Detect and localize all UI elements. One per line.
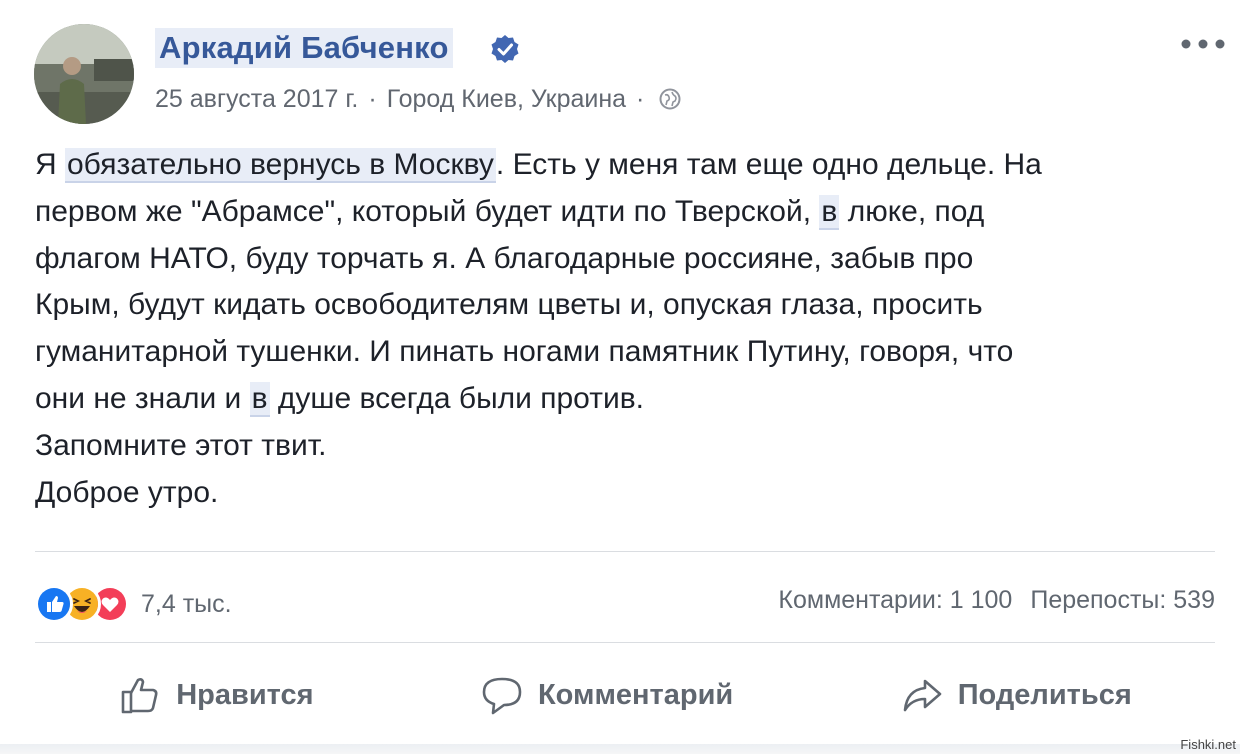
post-text-line: Доброе утро. — [35, 475, 219, 509]
share-button[interactable]: Поделиться — [900, 673, 1132, 717]
reactions-summary[interactable]: 7,4 тыс. — [35, 584, 232, 624]
highlighted-text: в — [249, 381, 270, 417]
post-text-line: первом же "Абрамсе", который будет идти … — [35, 189, 1215, 236]
post-meta: 25 августа 2017 г. · Город Киев, Украина… — [155, 84, 682, 114]
post-text-line: Крым, будут кидать освободителям цветы и… — [35, 288, 983, 322]
post-text-line: Я обязательно вернусь в Москву. Есть у м… — [35, 142, 1215, 189]
more-options-icon[interactable] — [1180, 34, 1226, 54]
post-text-line: они не знали и в душе всегда были против… — [35, 376, 1215, 423]
text-segment: душе всегда были против. — [269, 381, 644, 415]
author-avatar[interactable] — [34, 24, 134, 124]
reaction-count[interactable]: 7,4 тыс. — [141, 590, 232, 619]
comment-button-label: Комментарий — [537, 678, 734, 711]
share-button-label: Поделиться — [957, 678, 1132, 711]
meta-separator: · — [368, 85, 377, 113]
author-name-link[interactable]: Аркадий Бабченко — [155, 28, 453, 68]
verified-badge-icon — [491, 35, 519, 63]
like-reaction-icon — [35, 585, 73, 623]
thumbs-up-icon — [121, 678, 158, 714]
text-segment: первом же "Абрамсе", который будет идти … — [35, 194, 820, 228]
divider — [35, 551, 1215, 552]
post-text: Я обязательно вернусь в Москву. Есть у м… — [35, 142, 1215, 516]
post-text-line: Запомните этот твит. — [35, 428, 327, 462]
divider — [35, 642, 1215, 643]
post-stats: Комментарии: 1 100 Перепосты: 539 — [778, 586, 1215, 615]
highlighted-text: в — [819, 194, 840, 230]
post-location-link[interactable]: Город Киев, Украина — [387, 84, 626, 114]
post-actions: Нравится Комментарий Поделиться — [35, 660, 1215, 730]
meta-separator: · — [636, 85, 645, 113]
avatar-photo — [34, 24, 134, 124]
globe-icon[interactable] — [658, 87, 682, 111]
post-text-line: флагом НАТО, буду торчать я. А благодарн… — [35, 241, 974, 275]
facebook-post: Аркадий Бабченко 25 августа 2017 г. · Го… — [0, 0, 1240, 754]
watermark: Fishki.net — [1180, 737, 1236, 752]
text-segment: они не знали и — [35, 381, 250, 415]
text-segment: люке, под — [839, 194, 985, 228]
share-arrow-icon — [903, 679, 942, 712]
text-segment: . Есть у меня там еще одно дельце. На — [495, 148, 1042, 181]
comment-bubble-icon — [482, 677, 522, 715]
shares-count-link[interactable]: Перепосты: 539 — [1030, 586, 1215, 615]
comments-count-link[interactable]: Комментарии: 1 100 — [778, 586, 1012, 615]
post-bottom-edge — [0, 744, 1240, 754]
post-text-line: гуманитарной тушенки. И пинать ногами па… — [35, 335, 1014, 369]
like-button-label: Нравится — [176, 678, 314, 711]
comment-button[interactable]: Комментарий — [480, 673, 733, 717]
highlighted-text: обязательно вернусь в Москву — [65, 148, 496, 183]
text-segment: Я — [35, 148, 65, 181]
post-date-link[interactable]: 25 августа 2017 г. — [155, 84, 358, 114]
like-button[interactable]: Нравится — [118, 673, 314, 717]
